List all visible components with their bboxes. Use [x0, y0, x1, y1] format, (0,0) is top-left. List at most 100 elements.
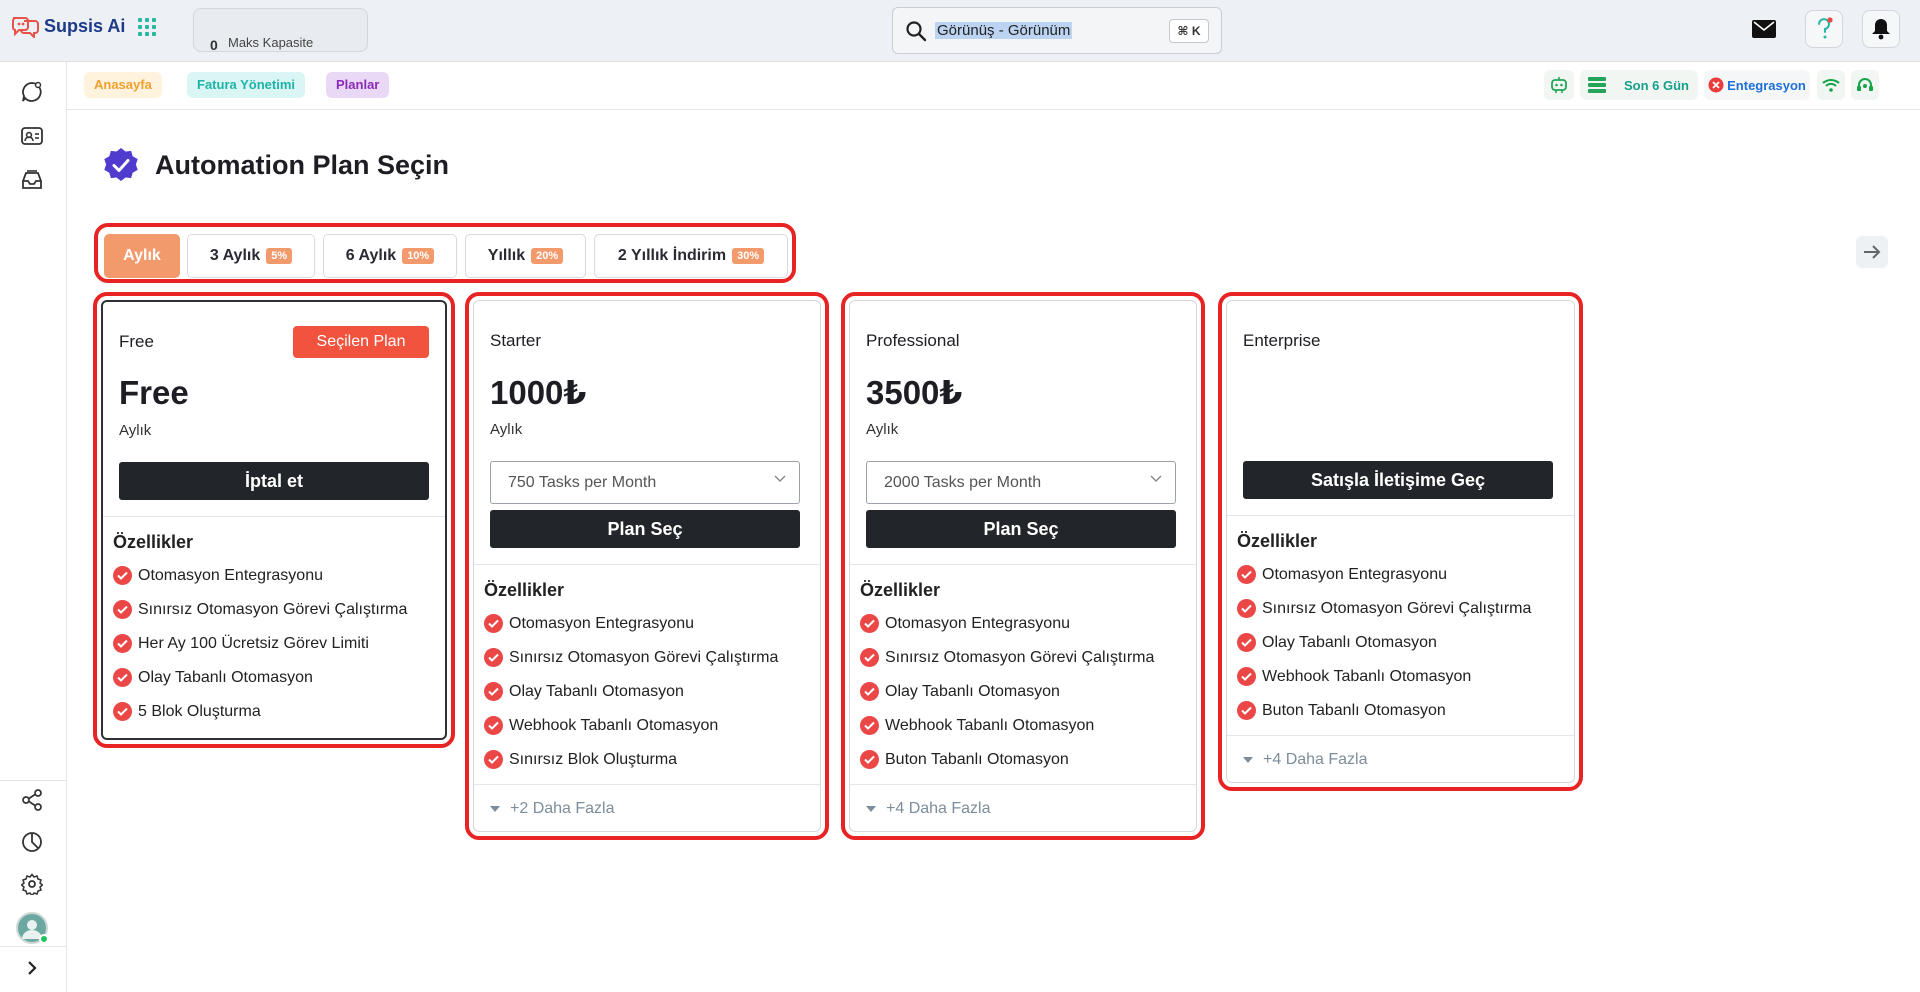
caret-down-icon	[490, 806, 500, 812]
sidebar-expand-button[interactable]	[18, 954, 46, 982]
help-icon	[1818, 17, 1833, 39]
chart-icon	[22, 832, 42, 852]
selected-plan-badge[interactable]: Seçilen Plan	[293, 326, 429, 358]
period-tab-6-months[interactable]: 6 Aylık 10%	[323, 234, 457, 278]
check-icon	[860, 750, 879, 769]
integration-label: Entegrasyon	[1727, 77, 1806, 93]
feature-item: Her Ay 100 Ücretsiz Görev Limiti	[113, 634, 369, 653]
breadcrumb-plans[interactable]: Planlar	[326, 72, 390, 98]
avatar[interactable]	[16, 912, 49, 944]
sidebar-item-inbox[interactable]	[18, 166, 46, 194]
feature-item: Buton Tabanlı Otomasyon	[860, 750, 1069, 769]
plan-card-body: Professional 3500₺ Aylık 2000 Tasks per …	[849, 300, 1197, 832]
feature-item: Sınırsız Otomasyon Görevi Çalıştırma	[484, 648, 778, 667]
features-title: Özellikler	[1237, 531, 1318, 551]
sidebar-item-reports[interactable]	[18, 828, 46, 856]
period-tab-monthly[interactable]: Aylık	[104, 234, 180, 278]
show-more-label: +2 Daha Fazla	[510, 800, 615, 817]
sidebar-divider-bottom	[0, 946, 67, 947]
feature-label: Buton Tabanlı Otomasyon	[885, 750, 1069, 768]
divider	[103, 516, 445, 517]
left-sidebar	[0, 62, 67, 992]
check-icon	[860, 716, 879, 735]
select-plan-button[interactable]: Plan Seç	[866, 510, 1176, 548]
help-button[interactable]	[1805, 10, 1843, 48]
feature-label: Olay Tabanlı Otomasyon	[885, 682, 1060, 700]
sidebar-item-chat[interactable]	[18, 78, 46, 106]
show-more-button[interactable]: +4 Daha Fazla	[1243, 751, 1368, 769]
plan-price: 3500₺	[866, 374, 963, 411]
feature-item: Olay Tabanlı Otomasyon	[484, 682, 684, 701]
connection-status-button[interactable]	[1817, 70, 1845, 100]
check-icon	[1237, 701, 1256, 720]
check-icon	[113, 634, 132, 653]
verified-badge-icon	[104, 148, 138, 181]
contact-sales-button[interactable]: Satışla İletişime Geç	[1243, 461, 1553, 499]
tasks-select[interactable]: 750 Tasks per Month	[490, 461, 800, 504]
feature-item: Buton Tabanlı Otomasyon	[1237, 701, 1446, 720]
breadcrumb-home[interactable]: Anasayfa	[84, 72, 162, 98]
bot-icon	[1551, 77, 1567, 93]
mail-icon	[1752, 20, 1776, 38]
period-label: 6 Aylık	[345, 247, 397, 264]
integration-status-button[interactable]: Entegrasyon	[1704, 70, 1810, 100]
show-more-button[interactable]: +4 Daha Fazla	[866, 800, 991, 818]
agent-status-button[interactable]	[1851, 70, 1879, 100]
list-icon	[1588, 77, 1606, 93]
show-more-button[interactable]: +2 Daha Fazla	[490, 800, 615, 818]
feature-label: Olay Tabanlı Otomasyon	[138, 668, 313, 686]
period-tab-yearly[interactable]: Yıllık 20%	[465, 234, 586, 278]
check-icon	[860, 682, 879, 701]
divider	[474, 784, 820, 785]
plan-card-body: Enterprise Satışla İletişime Geç Özellik…	[1226, 300, 1575, 783]
period-tab-3-months[interactable]: 3 Aylık 5%	[187, 234, 315, 278]
search-text: Görünüş - Görünüm	[935, 22, 1073, 39]
period-label: Aylık	[123, 247, 161, 264]
cancel-plan-button[interactable]: İptal et	[119, 462, 429, 500]
period-filter-button[interactable]: Son 6 Gün	[1580, 70, 1698, 100]
check-icon	[484, 682, 503, 701]
notifications-button[interactable]	[1862, 10, 1900, 48]
plan-name: Professional	[866, 331, 960, 350]
discount-badge: 20%	[531, 248, 564, 264]
breadcrumb: Anasayfa Fatura Yönetimi Planlar Son 6 G…	[67, 62, 1920, 110]
divider	[1227, 735, 1574, 736]
plan-card-professional: Professional 3500₺ Aylık 2000 Tasks per …	[841, 292, 1205, 840]
check-icon	[113, 566, 132, 585]
bot-status-button[interactable]	[1544, 70, 1574, 100]
discount-badge: 30%	[732, 248, 765, 264]
check-icon	[1237, 633, 1256, 652]
apps-grid-icon[interactable]	[138, 18, 156, 36]
breadcrumb-billing[interactable]: Fatura Yönetimi	[187, 72, 306, 98]
feature-label: Otomasyon Entegrasyonu	[138, 566, 323, 584]
search-icon	[906, 21, 927, 42]
search-input[interactable]: Görünüş - Görünüm ⌘ K	[892, 7, 1222, 54]
feature-item: Otomasyon Entegrasyonu	[113, 566, 323, 585]
feature-label: Otomasyon Entegrasyonu	[509, 614, 694, 632]
feature-label: Olay Tabanlı Otomasyon	[509, 682, 684, 700]
feature-item: Olay Tabanlı Otomasyon	[1237, 633, 1437, 652]
app-logo[interactable]: Supsis Ai	[10, 14, 125, 38]
plan-card-starter: Starter 1000₺ Aylık 750 Tasks per Month …	[465, 292, 829, 840]
sidebar-item-contacts[interactable]	[18, 122, 46, 150]
bell-icon	[1872, 19, 1890, 40]
sidebar-item-share[interactable]	[18, 786, 46, 814]
feature-item: Webhook Tabanlı Otomasyon	[484, 716, 718, 735]
feature-item: Sınırsız Otomasyon Görevi Çalıştırma	[1237, 599, 1531, 618]
sidebar-item-settings[interactable]	[18, 870, 46, 898]
plan-price: 1000₺	[490, 374, 587, 411]
show-more-label: +4 Daha Fazla	[1263, 751, 1368, 768]
select-plan-button[interactable]: Plan Seç	[490, 510, 800, 548]
mail-button[interactable]	[1745, 10, 1783, 48]
check-icon	[860, 614, 879, 633]
next-button[interactable]	[1856, 236, 1888, 268]
tasks-select[interactable]: 2000 Tasks per Month	[866, 461, 1176, 504]
feature-label: Otomasyon Entegrasyonu	[885, 614, 1070, 632]
caret-down-icon	[866, 806, 876, 812]
chevron-right-icon	[28, 961, 37, 975]
feature-item: Sınırsız Otomasyon Görevi Çalıştırma	[113, 600, 407, 619]
divider	[1227, 515, 1574, 516]
check-icon	[1237, 667, 1256, 686]
period-tab-2-years[interactable]: 2 Yıllık İndirim 30%	[594, 234, 788, 278]
check-icon	[484, 648, 503, 667]
